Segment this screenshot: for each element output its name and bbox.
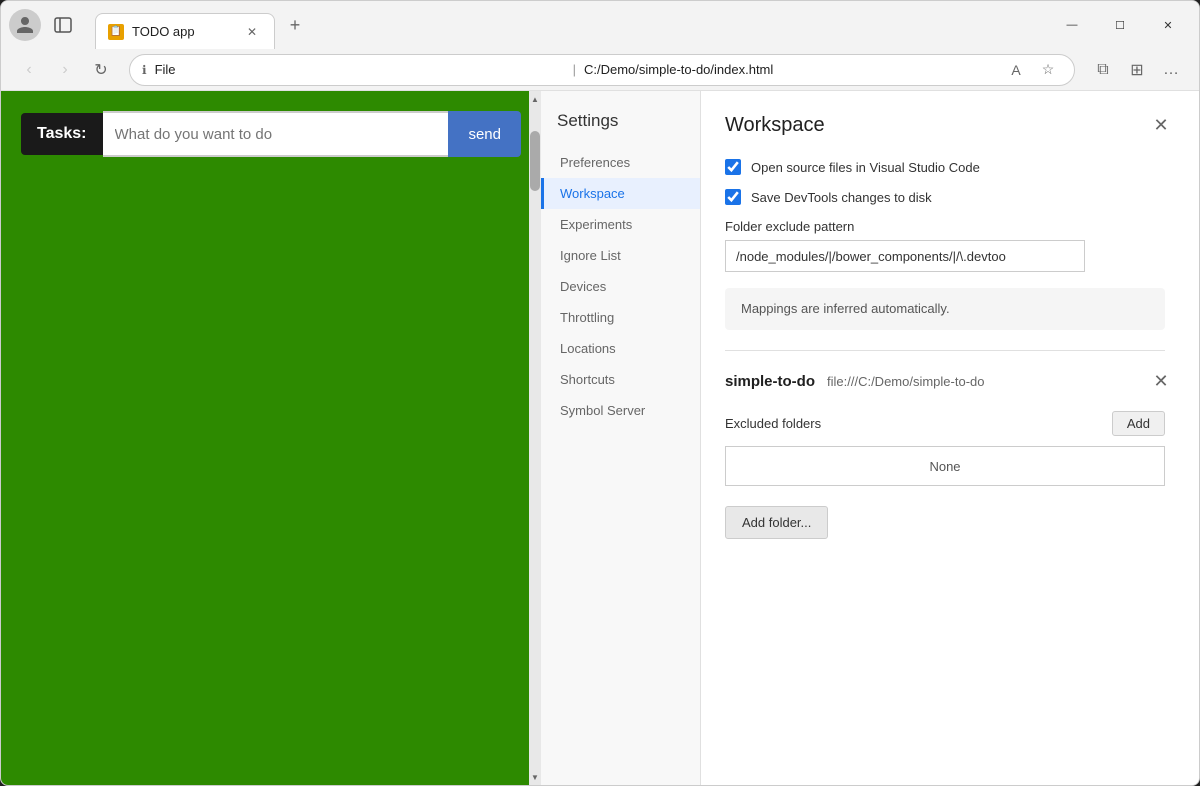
nav-bar: ‹ › ↻ ℹ File | C:/Demo/simple-to-do/inde… (1, 49, 1199, 91)
add-folder-button[interactable]: Add folder... (725, 506, 828, 539)
tab-close-button[interactable]: ✕ (242, 22, 262, 42)
sidebar-item-experiments[interactable]: Experiments (541, 209, 700, 240)
folder-exclude-label: Folder exclude pattern (725, 219, 1175, 234)
divider (725, 350, 1165, 351)
maximize-button[interactable]: ☐ (1097, 9, 1143, 41)
minimize-button[interactable]: — (1049, 9, 1095, 41)
tab-title: TODO app (132, 24, 234, 39)
sidebar-item-workspace[interactable]: Workspace (541, 178, 700, 209)
sidebar-icon (54, 16, 72, 34)
add-excluded-folder-button[interactable]: Add (1112, 411, 1165, 436)
back-button: ‹ (13, 54, 45, 86)
mappings-text: Mappings are inferred automatically. (741, 301, 950, 316)
tab-bar: 📋 TODO app ✕ + (95, 7, 1041, 43)
todo-app: Tasks: send (1, 91, 541, 177)
none-box: None (725, 446, 1165, 486)
browser-window: 📋 TODO app ✕ + — ☐ ✕ ‹ › ↻ ℹ File | C:/D… (0, 0, 1200, 786)
sidebar-item-shortcuts[interactable]: Shortcuts (541, 364, 700, 395)
title-bar-controls (9, 9, 79, 41)
save-devtools-changes-checkbox[interactable] (725, 189, 741, 205)
webpage: Tasks: send ▲ ▼ (1, 91, 541, 785)
project-path: file:///C:/Demo/simple-to-do (827, 374, 985, 389)
sidebar-item-throttling[interactable]: Throttling (541, 302, 700, 333)
collections-button[interactable]: ⊞ (1121, 54, 1153, 86)
open-source-files-label: Open source files in Visual Studio Code (751, 160, 980, 175)
folder-exclude-section: Folder exclude pattern (725, 219, 1175, 272)
favorite-button[interactable]: ☆ (1034, 56, 1062, 84)
title-bar: 📋 TODO app ✕ + — ☐ ✕ (1, 1, 1199, 49)
workspace-title: Workspace (725, 114, 825, 137)
scroll-down-button[interactable]: ▼ (529, 771, 541, 783)
sidebar-item-locations[interactable]: Locations (541, 333, 700, 364)
excluded-folders-row: Excluded folders Add (725, 411, 1165, 436)
forward-button: › (49, 54, 81, 86)
active-tab[interactable]: 📋 TODO app ✕ (95, 13, 275, 49)
workspace-entry: simple-to-do file:///C:/Demo/simple-to-d… (725, 367, 1175, 395)
more-button[interactable]: … (1155, 54, 1187, 86)
tasks-label: Tasks: (21, 113, 103, 155)
mappings-info-box: Mappings are inferred automatically. (725, 288, 1165, 330)
window-controls: — ☐ ✕ (1049, 9, 1191, 41)
sidebar-item-preferences[interactable]: Preferences (541, 147, 700, 178)
excluded-folders-label: Excluded folders (725, 416, 821, 431)
scroll-up-button[interactable]: ▲ (529, 93, 541, 105)
sidebar-item-symbol-server[interactable]: Symbol Server (541, 395, 700, 426)
close-button[interactable]: ✕ (1145, 9, 1191, 41)
address-prefix: File (155, 62, 565, 77)
scrollbar[interactable]: ▲ ▼ (529, 91, 541, 785)
address-actions: A ☆ (1002, 56, 1062, 84)
sidebar-item-devices[interactable]: Devices (541, 271, 700, 302)
checkbox-row-2: Save DevTools changes to disk (725, 189, 1175, 205)
none-label: None (929, 459, 960, 474)
devtools-panel: Settings Preferences Workspace Experimen… (541, 91, 1199, 785)
address-text: C:/Demo/simple-to-do/index.html (584, 62, 994, 77)
project-name: simple-to-do (725, 373, 815, 390)
todo-form: Tasks: send (21, 111, 521, 157)
refresh-button[interactable]: ↻ (85, 54, 117, 86)
content-area: Tasks: send ▲ ▼ Settings Preferences Wor… (1, 91, 1199, 785)
remove-workspace-button[interactable]: ✕ (1147, 367, 1175, 395)
info-icon: ℹ (142, 63, 147, 77)
nav-right-buttons: ⧉ ⊞ … (1087, 54, 1187, 86)
sidebar-toggle-button[interactable] (47, 9, 79, 41)
read-aloud-button[interactable]: A (1002, 56, 1030, 84)
open-source-files-checkbox[interactable] (725, 159, 741, 175)
folder-exclude-input[interactable] (725, 240, 1085, 272)
user-icon (15, 15, 35, 35)
sidebar-item-ignore-list[interactable]: Ignore List (541, 240, 700, 271)
send-button[interactable]: send (448, 111, 521, 157)
todo-input[interactable] (103, 111, 449, 157)
workspace-header: Workspace ✕ (725, 111, 1175, 139)
scrollbar-thumb[interactable] (530, 131, 540, 191)
address-separator: | (573, 62, 576, 77)
workspace-close-button[interactable]: ✕ (1147, 111, 1175, 139)
save-devtools-changes-label: Save DevTools changes to disk (751, 190, 932, 205)
avatar (9, 9, 41, 41)
tab-favicon: 📋 (108, 24, 124, 40)
checkbox-row-1: Open source files in Visual Studio Code (725, 159, 1175, 175)
settings-title: Settings (541, 99, 700, 147)
workspace-panel: Workspace ✕ Open source files in Visual … (701, 91, 1199, 785)
new-tab-button[interactable]: + (279, 9, 311, 41)
address-bar[interactable]: ℹ File | C:/Demo/simple-to-do/index.html… (129, 54, 1075, 86)
split-screen-button[interactable]: ⧉ (1087, 54, 1119, 86)
settings-sidebar: Settings Preferences Workspace Experimen… (541, 91, 701, 785)
